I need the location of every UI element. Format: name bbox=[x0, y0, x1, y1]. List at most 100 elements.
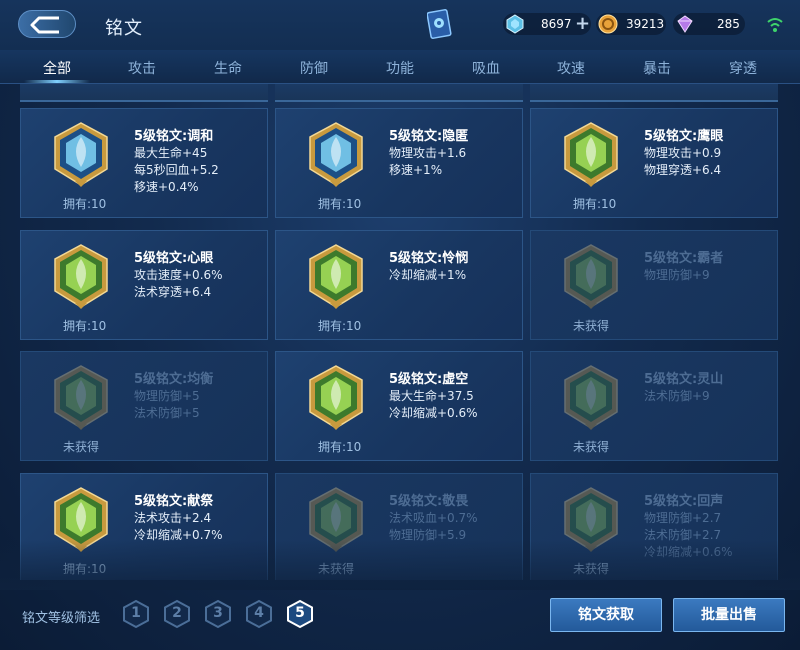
inscription-stat: 冷却缩减+1% bbox=[389, 268, 467, 282]
inscription-emblem-icon bbox=[561, 364, 621, 432]
not-obtained-label: 未获得 bbox=[573, 319, 610, 333]
not-obtained-label: 未获得 bbox=[573, 440, 610, 454]
level-number: 4 bbox=[254, 605, 264, 621]
inscription-title: 5级铭文:调和 bbox=[134, 129, 214, 144]
back-arrow-icon bbox=[30, 16, 59, 34]
inscription-stat: 物理穿透+6.4 bbox=[644, 163, 722, 177]
diamond-counter: 8697 + bbox=[503, 13, 591, 35]
active-tab-indicator bbox=[24, 80, 90, 83]
purple-crystal-icon bbox=[677, 15, 693, 33]
inscription-title: 5级铭文:怜悯 bbox=[389, 251, 469, 266]
inscription-title: 5级铭文:霸者 bbox=[644, 251, 724, 266]
owned-count: 拥有:10 bbox=[318, 440, 362, 454]
inscription-stat: 物理攻击+1.6 bbox=[389, 146, 467, 160]
owned-count: 拥有:10 bbox=[318, 319, 362, 333]
bottom-bar: 铭文等级筛选 1 2 3 4 5 铭文获取 批量出售 bbox=[0, 585, 800, 650]
tab-crit[interactable]: 暴击 bbox=[622, 58, 692, 78]
inscription-card[interactable]: 5级铭文:心眼 攻击速度+0.6% 法术穿透+6.4 拥有:10 bbox=[20, 230, 268, 340]
category-tabs: 全部 攻击 生命 防御 功能 吸血 攻速 暴击 穿透 bbox=[0, 50, 800, 84]
owned-count: 拥有:10 bbox=[573, 197, 617, 211]
inscription-stat: 物理防御+9 bbox=[644, 268, 710, 282]
inscription-stat: 物理防御+5 bbox=[134, 389, 200, 403]
inscription-title: 5级铭文:敬畏 bbox=[389, 494, 469, 509]
inscription-title: 5级铭文:心眼 bbox=[134, 251, 214, 266]
inscription-stat: 最大生命+45 bbox=[134, 146, 208, 160]
inscription-stat: 移速+0.4% bbox=[134, 180, 199, 194]
inscription-book-icon[interactable] bbox=[427, 8, 453, 40]
inscription-stat: 每5秒回血+5.2 bbox=[134, 163, 219, 177]
diamond-icon bbox=[506, 14, 524, 34]
gold-amount: 39213 bbox=[626, 17, 665, 31]
inscription-card[interactable]: 5级铭文:灵山 法术防御+9 未获得 bbox=[530, 351, 778, 461]
inscription-card[interactable]: 5级铭文:鹰眼 物理攻击+0.9 物理穿透+6.4 拥有:10 bbox=[530, 108, 778, 218]
inscription-emblem-icon bbox=[51, 121, 111, 189]
owned-count: 拥有:10 bbox=[318, 197, 362, 211]
level-filter-button[interactable]: 4 bbox=[244, 599, 274, 629]
tab-penetration[interactable]: 穿透 bbox=[708, 58, 778, 78]
tab-all[interactable]: 全部 bbox=[22, 58, 92, 78]
plus-icon[interactable]: + bbox=[575, 15, 591, 33]
inscription-title: 5级铭文:均衡 bbox=[134, 372, 214, 387]
tab-attack-speed[interactable]: 攻速 bbox=[536, 58, 606, 78]
inscription-title: 5级铭文:灵山 bbox=[644, 372, 724, 387]
card-partial bbox=[20, 84, 268, 102]
get-inscription-button[interactable]: 铭文获取 bbox=[550, 598, 662, 632]
batch-sell-button[interactable]: 批量出售 bbox=[673, 598, 785, 632]
inscription-stat: 法术穿透+6.4 bbox=[134, 285, 212, 299]
inscription-stat: 冷却缩减+0.6% bbox=[389, 406, 478, 420]
inscription-stat: 法术防御+9 bbox=[644, 389, 710, 403]
crystal-amount: 285 bbox=[717, 17, 740, 31]
inscription-card[interactable]: 5级铭文:调和 最大生命+45 每5秒回血+5.2 移速+0.4% 拥有:10 bbox=[20, 108, 268, 218]
crystal-counter: 285 bbox=[673, 13, 745, 35]
level-filter-label: 铭文等级筛选 bbox=[22, 611, 101, 626]
level-number: 3 bbox=[213, 605, 223, 621]
inscription-title: 5级铭文:献祭 bbox=[134, 494, 214, 509]
inscription-emblem-icon bbox=[306, 364, 366, 432]
inscription-emblem-icon bbox=[561, 121, 621, 189]
inscription-emblem-icon bbox=[51, 243, 111, 311]
card-partial bbox=[530, 84, 778, 102]
gold-counter: 39213 bbox=[596, 13, 666, 35]
inscription-emblem-icon bbox=[306, 243, 366, 311]
inscription-stat: 移速+1% bbox=[389, 163, 443, 177]
inscription-title: 5级铭文:回声 bbox=[644, 494, 724, 509]
level-filter-button[interactable]: 1 bbox=[121, 599, 151, 629]
inscription-stat: 法术防御+5 bbox=[134, 406, 200, 420]
wifi-signal-icon bbox=[767, 18, 783, 32]
inscription-stat: 最大生命+37.5 bbox=[389, 389, 474, 403]
inscription-stat: 物理攻击+0.9 bbox=[644, 146, 722, 160]
page-title: 铭文 bbox=[105, 18, 143, 39]
bottom-fade bbox=[0, 540, 800, 590]
inscription-card[interactable]: 5级铭文:隐匿 物理攻击+1.6 移速+1% 拥有:10 bbox=[275, 108, 523, 218]
inscription-title: 5级铭文:虚空 bbox=[389, 372, 469, 387]
inscription-emblem-icon bbox=[561, 243, 621, 311]
inscription-card[interactable]: 5级铭文:均衡 物理防御+5 法术防御+5 未获得 bbox=[20, 351, 268, 461]
inscription-title: 5级铭文:隐匿 bbox=[389, 129, 469, 144]
inscription-stat: 法术吸血+0.7% bbox=[389, 511, 478, 525]
diamond-amount: 8697 bbox=[541, 17, 572, 31]
owned-count: 拥有:10 bbox=[63, 319, 107, 333]
inscription-card[interactable]: 5级铭文:霸者 物理防御+9 未获得 bbox=[530, 230, 778, 340]
card-partial bbox=[275, 84, 523, 102]
tab-defense[interactable]: 防御 bbox=[279, 58, 349, 78]
inscription-grid: 5级铭文:调和 最大生命+45 每5秒回血+5.2 移速+0.4% 拥有:10 5级铭文:… bbox=[0, 84, 800, 580]
gold-coin-icon bbox=[598, 14, 618, 34]
level-filter-button[interactable]: 2 bbox=[162, 599, 192, 629]
level-number: 1 bbox=[131, 605, 141, 621]
tab-attack[interactable]: 攻击 bbox=[107, 58, 177, 78]
owned-count: 拥有:10 bbox=[63, 197, 107, 211]
tab-function[interactable]: 功能 bbox=[365, 58, 435, 78]
back-button[interactable] bbox=[18, 10, 76, 38]
level-filter-button[interactable]: 5 bbox=[285, 599, 315, 629]
level-filter-button[interactable]: 3 bbox=[203, 599, 233, 629]
level-number: 5 bbox=[295, 605, 305, 621]
inscription-card[interactable]: 5级铭文:虚空 最大生命+37.5 冷却缩减+0.6% 拥有:10 bbox=[275, 351, 523, 461]
inscription-card[interactable]: 5级铭文:怜悯 冷却缩减+1% 拥有:10 bbox=[275, 230, 523, 340]
tab-health[interactable]: 生命 bbox=[193, 58, 263, 78]
not-obtained-label: 未获得 bbox=[63, 440, 100, 454]
inscription-stat: 物理防御+2.7 bbox=[644, 511, 722, 525]
inscription-stat: 攻击速度+0.6% bbox=[134, 268, 223, 282]
top-bar: 铭文 8697 + 39213 285 bbox=[0, 0, 800, 50]
tab-lifesteal[interactable]: 吸血 bbox=[451, 58, 521, 78]
inscription-stat: 法术攻击+2.4 bbox=[134, 511, 212, 525]
